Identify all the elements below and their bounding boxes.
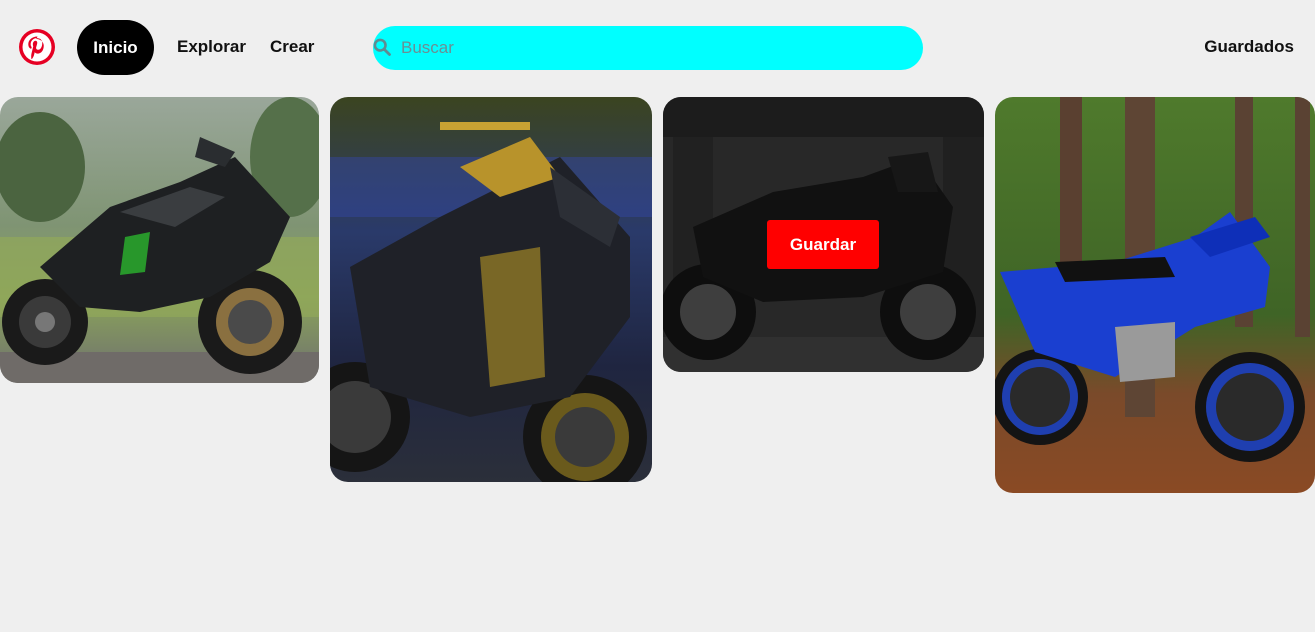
saved-link[interactable]: Guardados [1204,37,1294,57]
top-bar: Inicio Explorar Crear Guardados [0,0,1315,95]
nav-explore-link[interactable]: Explorar [177,37,246,57]
nav-home-button[interactable]: Inicio [77,20,154,75]
motorcycle-photo [330,97,652,482]
nav-create-link[interactable]: Crear [270,37,314,57]
pin-card[interactable] [0,97,319,383]
pinterest-logo-icon[interactable] [19,29,55,65]
motorcycle-photo [0,97,319,383]
pin-card[interactable] [995,97,1315,493]
pin-card[interactable]: Guardar [663,97,984,372]
motorcycle-photo [995,97,1315,493]
pin-card[interactable] [330,97,652,482]
search-bar[interactable] [373,26,923,70]
search-icon [373,38,391,56]
search-input[interactable] [401,26,901,70]
save-button[interactable]: Guardar [767,220,879,269]
